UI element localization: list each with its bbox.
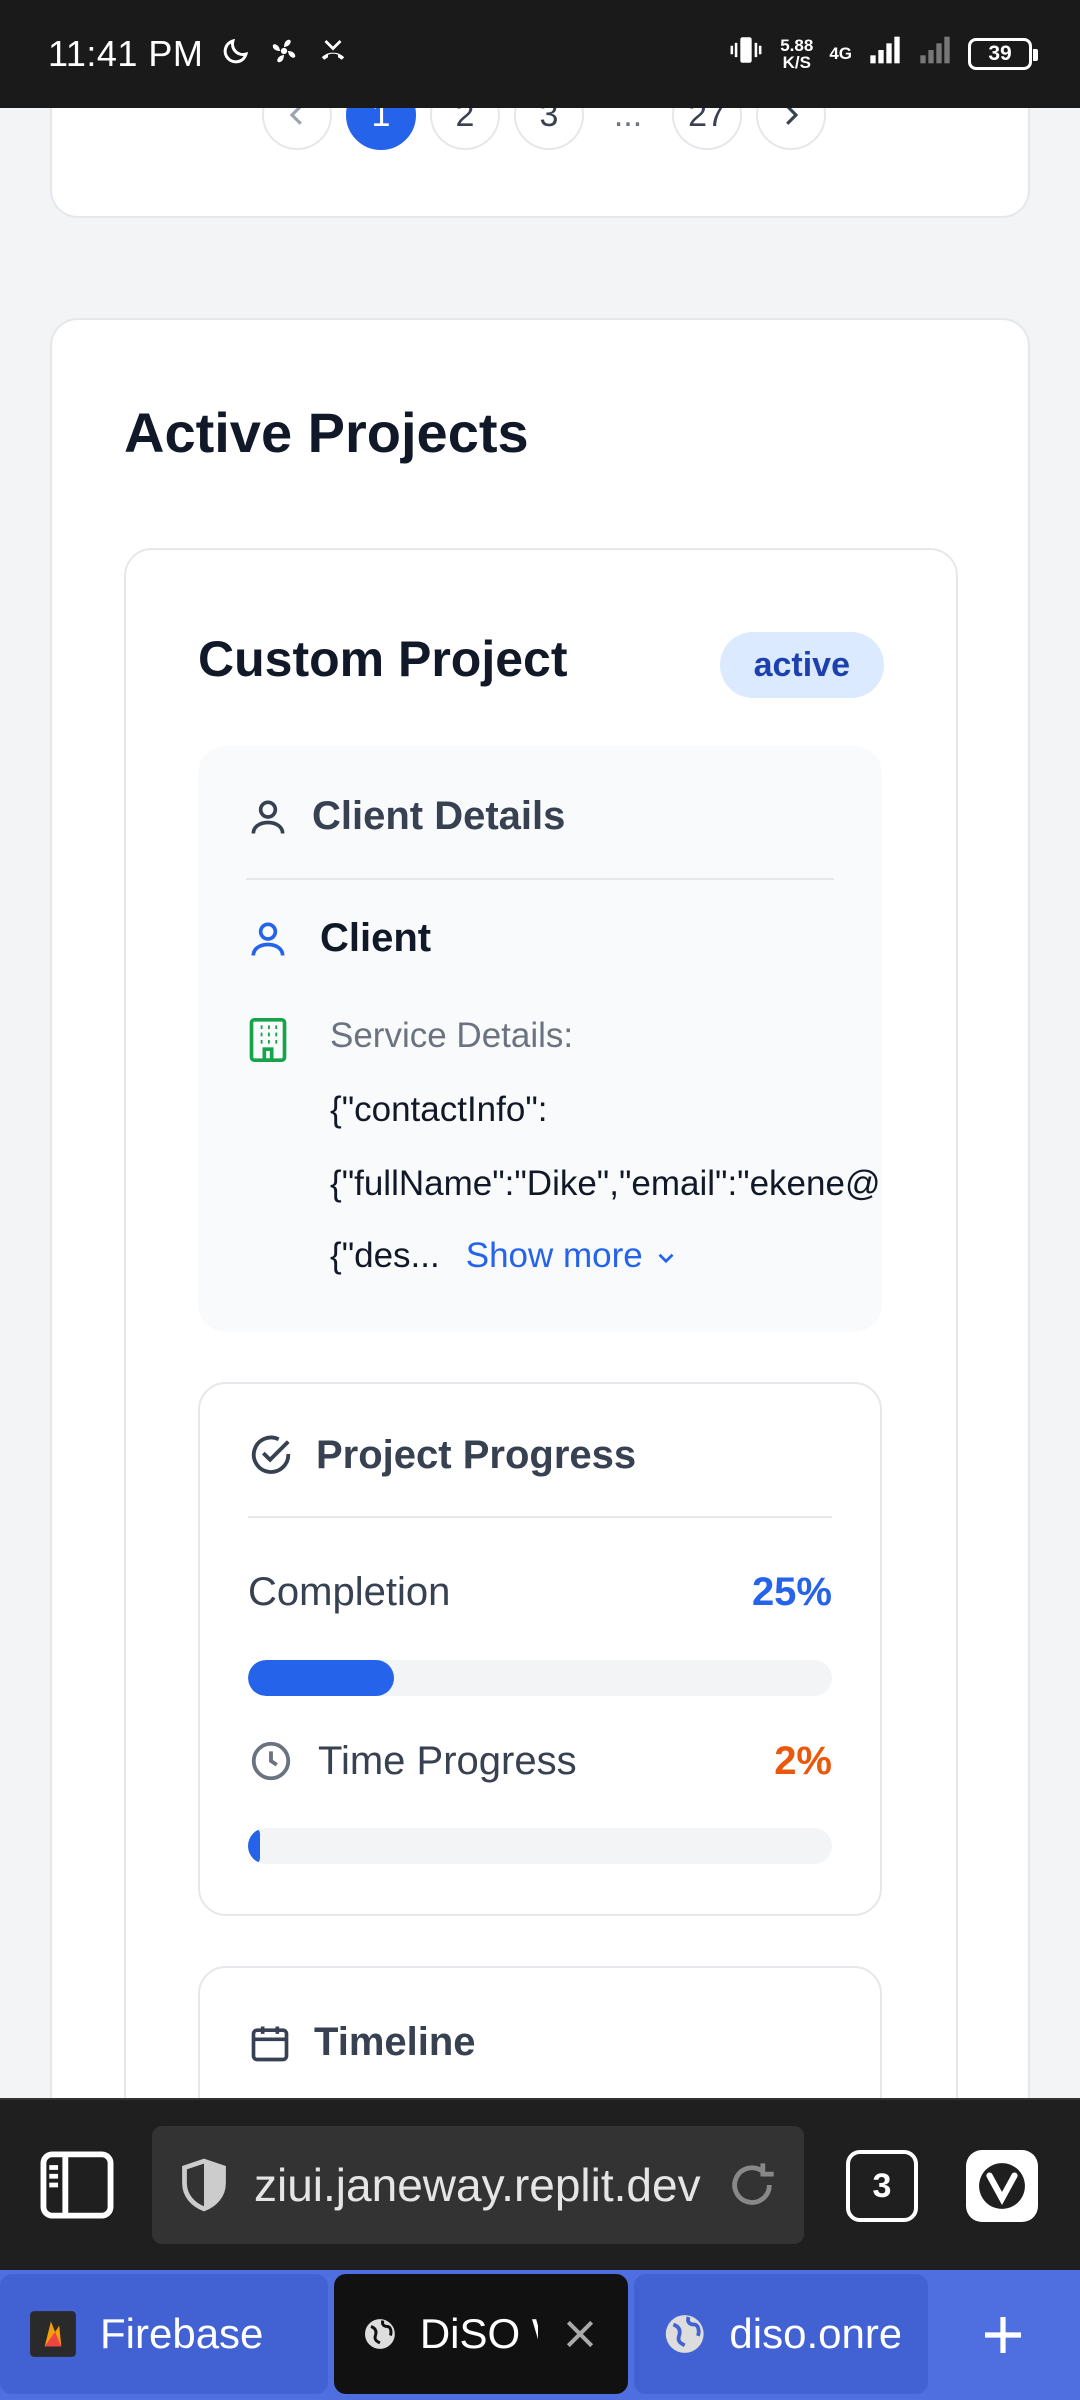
service-line: {"fullName":"Dike","email":"ekene@gmail.… bbox=[330, 1164, 882, 1203]
client-details-panel: Client Details Client Service Details: {… bbox=[198, 746, 882, 1332]
service-line: {"des... bbox=[330, 1236, 440, 1275]
timeline-panel: Timeline bbox=[198, 1966, 882, 2098]
moon-icon bbox=[221, 33, 251, 75]
globe-icon bbox=[665, 2315, 704, 2353]
tab-count: 3 bbox=[872, 2166, 892, 2205]
client-details-heading: Client Details bbox=[312, 794, 566, 838]
page-button-1[interactable]: 1 bbox=[346, 108, 416, 150]
close-icon[interactable] bbox=[560, 2314, 600, 2354]
next-page-button[interactable] bbox=[756, 108, 826, 150]
sidebar-toggle-button[interactable] bbox=[38, 2150, 116, 2225]
browser-toolbar: ziui.janeway.replit.dev 3 bbox=[0, 2098, 1080, 2270]
battery-level: 39 bbox=[988, 42, 1012, 65]
calendar-icon bbox=[251, 2026, 289, 2061]
page-button-3[interactable]: 3 bbox=[514, 108, 584, 150]
speed-unit: K/S bbox=[782, 53, 811, 72]
network-speed: 5.88 K/S bbox=[780, 37, 813, 71]
reload-icon[interactable] bbox=[726, 2159, 778, 2211]
completion-progress-bar bbox=[248, 1660, 832, 1696]
page-ellipsis: ... bbox=[613, 108, 643, 134]
section-title: Active Projects bbox=[124, 401, 529, 464]
network-label: 4G bbox=[829, 44, 852, 63]
vibrate-icon bbox=[728, 33, 764, 76]
building-icon bbox=[249, 1018, 287, 1062]
chevron-left-icon bbox=[289, 108, 302, 125]
completion-progress-fill bbox=[248, 1660, 394, 1696]
show-more-label: Show more bbox=[465, 1236, 643, 1275]
progress-header: Project Progress bbox=[248, 1432, 636, 1478]
page-content: 1 2 3 ... 27 Active Projects Custom Proj… bbox=[0, 108, 1080, 2098]
chevron-right-icon bbox=[786, 108, 799, 125]
tab-label: DiSO W bbox=[419, 2310, 538, 2357]
battery-icon: 39 bbox=[968, 38, 1038, 70]
clock-icon bbox=[251, 1741, 291, 1781]
shield-icon bbox=[182, 2158, 226, 2212]
project-card: Custom Project active Client Details Cli… bbox=[124, 548, 958, 2098]
firebase-icon bbox=[30, 2311, 76, 2357]
completion-value: 25% bbox=[751, 1570, 832, 1614]
client-name: Client bbox=[320, 916, 432, 960]
globe-icon bbox=[364, 2319, 395, 2349]
user-icon bbox=[251, 800, 285, 834]
url-text[interactable]: ziui.janeway.replit.dev bbox=[254, 2158, 702, 2212]
signal-icon bbox=[868, 33, 902, 75]
speed-value: 5.88 bbox=[780, 36, 814, 55]
timeline-heading: Timeline bbox=[314, 2020, 476, 2064]
tab-firebase[interactable]: Firebase bbox=[0, 2274, 328, 2394]
service-details-label: Service Details: bbox=[330, 1016, 574, 1055]
tab-label: Firebase bbox=[100, 2310, 264, 2357]
service-line-truncated: {"des... Show more bbox=[330, 1236, 679, 1276]
tab-strip: Firebase DiSO W diso.onre bbox=[0, 2270, 1080, 2400]
tab-diso-active[interactable]: DiSO W bbox=[334, 2274, 628, 2394]
project-progress-panel: Project Progress Completion 25% Time Pro… bbox=[198, 1382, 882, 1916]
network-type: 4G bbox=[829, 44, 852, 63]
signal-weak-icon bbox=[918, 33, 952, 75]
new-tab-button[interactable] bbox=[968, 2300, 1038, 2370]
plus-icon bbox=[985, 2317, 1021, 2353]
divider bbox=[248, 1516, 832, 1518]
time-progress-bar bbox=[248, 1828, 832, 1864]
pagination: 1 2 3 ... 27 bbox=[262, 108, 826, 150]
address-bar[interactable]: ziui.janeway.replit.dev bbox=[152, 2126, 804, 2244]
chevron-down-icon bbox=[658, 1253, 674, 1263]
status-time: 11:41 PM bbox=[48, 33, 204, 74]
missed-call-icon bbox=[317, 33, 349, 75]
client-row: Client bbox=[246, 916, 431, 961]
completion-label: Completion bbox=[248, 1570, 451, 1614]
tab-diso-onrender[interactable]: diso.onre bbox=[634, 2274, 928, 2394]
client-user-icon bbox=[251, 922, 285, 956]
vivaldi-menu-button[interactable] bbox=[966, 2150, 1038, 2222]
timeline-header: Timeline bbox=[248, 2020, 476, 2065]
project-title: Custom Project bbox=[198, 631, 568, 687]
status-badge: active bbox=[719, 632, 884, 698]
tab-switcher-button[interactable]: 3 bbox=[846, 2150, 918, 2222]
show-more-button[interactable]: Show more bbox=[466, 1236, 679, 1275]
page-button-27[interactable]: 27 bbox=[672, 108, 742, 150]
tab-label: diso.onre bbox=[729, 2310, 900, 2357]
time-progress-label: Time Progress bbox=[318, 1738, 577, 1783]
active-projects-card: Active Projects Custom Project active Cl… bbox=[50, 318, 1030, 2098]
progress-heading: Project Progress bbox=[316, 1432, 637, 1477]
check-circle-icon bbox=[251, 1435, 291, 1474]
sidebar-panel-icon bbox=[40, 2151, 114, 2219]
time-progress-value: 2% bbox=[774, 1738, 832, 1783]
status-bar: 11:41 PM 5.88 K/S 4G 39 bbox=[0, 0, 1080, 108]
service-line: {"contactInfo": bbox=[330, 1090, 548, 1129]
time-progress-fill bbox=[248, 1828, 260, 1864]
page-button-2[interactable]: 2 bbox=[430, 108, 500, 150]
fan-icon bbox=[269, 33, 299, 75]
time-progress-row: Time Progress 2% bbox=[248, 1738, 832, 1784]
prev-page-button[interactable] bbox=[262, 108, 332, 150]
vivaldi-logo-icon bbox=[979, 2163, 1025, 2209]
divider bbox=[246, 878, 834, 880]
completion-row: Completion 25% bbox=[248, 1570, 832, 1615]
client-details-header: Client Details bbox=[246, 794, 565, 839]
